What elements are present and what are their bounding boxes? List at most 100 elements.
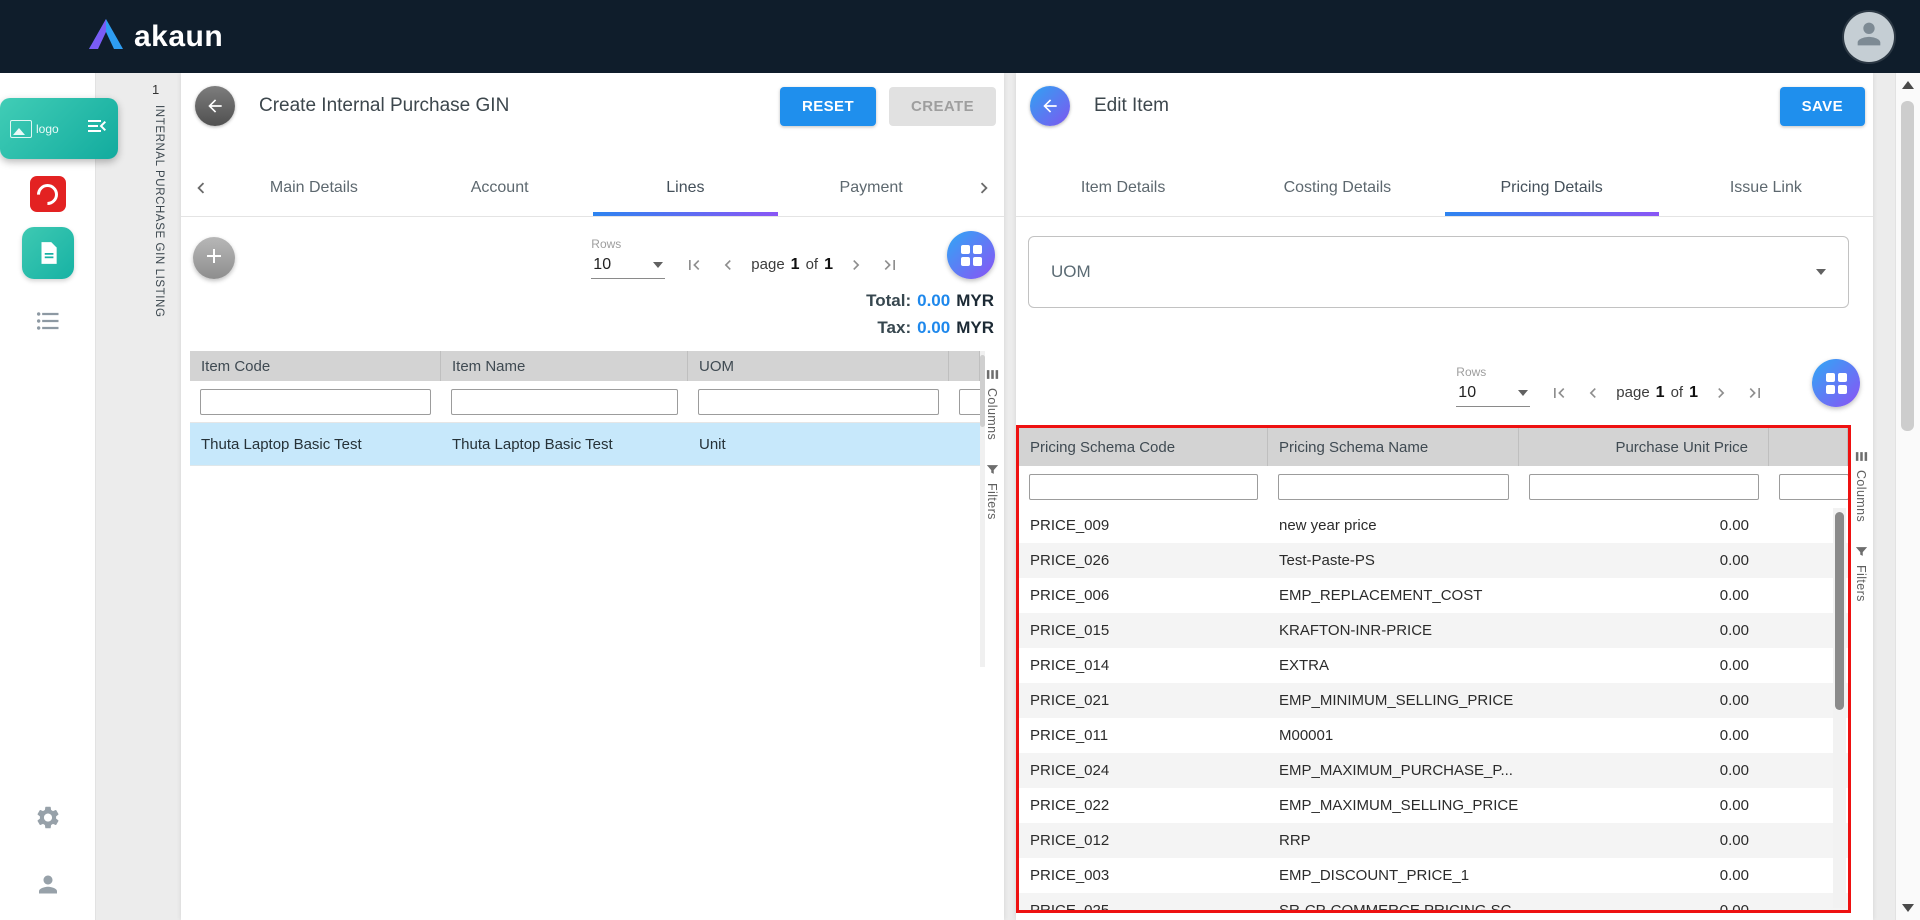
- scroll-down-icon[interactable]: [1902, 904, 1914, 912]
- left-tab-bar: Main Details Account Lines Payment: [181, 160, 1004, 217]
- table-row[interactable]: PRICE_003 EMP_DISCOUNT_PRICE_1 0.00: [1019, 858, 1848, 893]
- listing-menu-item[interactable]: [34, 307, 62, 340]
- table-row[interactable]: PRICE_021 EMP_MINIMUM_SELLING_PRICE 0.00: [1019, 683, 1848, 718]
- last-page-button[interactable]: [879, 254, 901, 276]
- context-rail: 1 INTERNAL PURCHASE GIN LISTING: [150, 82, 178, 318]
- table-row[interactable]: PRICE_011 M00001 0.00: [1019, 718, 1848, 753]
- broken-image-icon: [10, 120, 32, 138]
- uom-filter-input[interactable]: [698, 389, 939, 415]
- pdf-shortcut[interactable]: [30, 176, 66, 212]
- prev-page-button[interactable]: [1582, 382, 1604, 404]
- filters-tool[interactable]: Filters: [1854, 544, 1869, 602]
- table-row[interactable]: Thuta Laptop Basic Test Thuta Laptop Bas…: [190, 423, 980, 466]
- columns-icon: [985, 367, 1000, 382]
- table-row[interactable]: PRICE_012 RRP 0.00: [1019, 823, 1848, 858]
- pricing-table-scrollbar[interactable]: [1833, 508, 1846, 908]
- columns-tool[interactable]: Columns: [1854, 449, 1869, 522]
- tab[interactable]: Main Details: [221, 160, 407, 216]
- next-page-button[interactable]: [845, 254, 867, 276]
- partial-filter-input[interactable]: [1779, 474, 1848, 500]
- tab[interactable]: Account: [407, 160, 593, 216]
- prev-page-button[interactable]: [717, 254, 739, 276]
- tab[interactable]: Costing Details: [1230, 160, 1444, 216]
- table-row[interactable]: PRICE_024 EMP_MAXIMUM_PURCHASE_P... 0.00: [1019, 753, 1848, 788]
- first-page-button[interactable]: [683, 254, 705, 276]
- table-row[interactable]: PRICE_009 new year price 0.00: [1019, 508, 1848, 543]
- rail-label: INTERNAL PURCHASE GIN LISTING: [153, 105, 165, 318]
- partial-filter-input[interactable]: [959, 389, 980, 415]
- sidebar-logo-chip: logo: [0, 98, 118, 159]
- filter-icon: [985, 462, 1000, 477]
- scrollbar-thumb[interactable]: [1901, 101, 1914, 431]
- edit-item-panel: Edit Item SAVE Item Details Costing Deta…: [1016, 73, 1873, 920]
- tab[interactable]: Payment: [778, 160, 964, 216]
- back-button[interactable]: [1030, 86, 1070, 126]
- left-table-controls: Rows 10 page 1 of 1: [591, 231, 995, 279]
- user-avatar[interactable]: [1844, 12, 1894, 62]
- left-tabs: Main Details Account Lines Payment: [221, 160, 964, 216]
- reset-button[interactable]: RESET: [780, 87, 876, 126]
- caret-down-icon: [1518, 390, 1528, 396]
- schema-code-filter-input[interactable]: [1029, 474, 1258, 500]
- back-button[interactable]: [195, 86, 235, 126]
- brand-name: akaun: [134, 20, 223, 54]
- add-line-button[interactable]: [193, 237, 235, 279]
- table-settings-button[interactable]: [947, 231, 995, 279]
- scrollbar-thumb[interactable]: [1835, 512, 1844, 710]
- table-row[interactable]: PRICE_025 SR-CP-COMMERCE PRICING SC... 0…: [1019, 893, 1848, 913]
- rows-per-page-select[interactable]: Rows 10: [1456, 365, 1530, 407]
- next-page-button[interactable]: [1710, 382, 1732, 404]
- right-pagination: page 1 of 1: [1548, 382, 1766, 407]
- gear-icon: [34, 804, 61, 836]
- settings-menu-item[interactable]: [34, 804, 61, 836]
- table-row[interactable]: PRICE_014 EXTRA 0.00: [1019, 648, 1848, 683]
- pricing-table-header: Pricing Schema Code Pricing Schema Name …: [1019, 428, 1848, 466]
- screen: akaun logo: [0, 0, 1920, 920]
- left-pagination: page 1 of 1: [683, 254, 901, 279]
- item-name-filter-input[interactable]: [451, 389, 678, 415]
- right-table-side-tools: Columns Filters: [1849, 433, 1873, 624]
- menu-open-icon[interactable]: [85, 114, 109, 143]
- lines-table-header: Item Code Item Name UOM: [190, 351, 980, 381]
- tabs-scroll-right-icon[interactable]: [964, 160, 1004, 216]
- table-settings-button[interactable]: [1812, 359, 1860, 407]
- page-title: Create Internal Purchase GIN: [259, 95, 509, 117]
- filters-tool[interactable]: Filters: [985, 462, 1000, 520]
- item-code-filter-input[interactable]: [200, 389, 431, 415]
- filter-icon: [1854, 544, 1869, 559]
- profile-menu-item[interactable]: [34, 871, 61, 903]
- columns-tool[interactable]: Columns: [985, 367, 1000, 440]
- logo-alt-text: logo: [36, 122, 85, 136]
- tab[interactable]: Item Details: [1016, 160, 1230, 216]
- totals: Total: 0.00 MYR Tax: 0.00 MYR: [866, 287, 994, 341]
- total-line: Total: 0.00 MYR: [866, 287, 994, 314]
- page-scrollbar[interactable]: [1895, 73, 1920, 920]
- table-scrollbar[interactable]: [980, 351, 985, 667]
- pricing-table: Pricing Schema Code Pricing Schema Name …: [1019, 428, 1848, 913]
- left-table-side-tools: Columns Filters: [980, 351, 1004, 667]
- tab[interactable]: Lines: [593, 160, 779, 216]
- tab[interactable]: Issue Link: [1659, 160, 1873, 216]
- table-row[interactable]: PRICE_006 EMP_REPLACEMENT_COST 0.00: [1019, 578, 1848, 613]
- column-header-purchase-unit-price: Purchase Unit Price: [1519, 428, 1769, 466]
- tabs-scroll-left-icon[interactable]: [181, 160, 221, 216]
- column-header-pricing-schema-code: Pricing Schema Code: [1019, 428, 1268, 466]
- rows-per-page-select[interactable]: Rows 10: [591, 237, 665, 279]
- pdf-icon: [30, 176, 66, 212]
- table-row[interactable]: PRICE_022 EMP_MAXIMUM_SELLING_PRICE 0.00: [1019, 788, 1848, 823]
- unit-price-filter-input[interactable]: [1529, 474, 1759, 500]
- save-button[interactable]: SAVE: [1780, 87, 1865, 126]
- table-row[interactable]: PRICE_026 Test-Paste-PS 0.00: [1019, 543, 1848, 578]
- right-tab-bar: Item Details Costing Details Pricing Det…: [1016, 160, 1873, 217]
- tab[interactable]: Pricing Details: [1445, 160, 1659, 216]
- uom-select[interactable]: UOM: [1028, 236, 1849, 308]
- last-page-button[interactable]: [1744, 382, 1766, 404]
- first-page-button[interactable]: [1548, 382, 1570, 404]
- document-icon: [22, 227, 74, 279]
- scroll-up-icon[interactable]: [1902, 81, 1914, 89]
- create-button[interactable]: CREATE: [889, 87, 996, 126]
- document-app-shortcut[interactable]: [22, 227, 74, 279]
- table-row[interactable]: PRICE_015 KRAFTON-INR-PRICE 0.00: [1019, 613, 1848, 648]
- schema-name-filter-input[interactable]: [1278, 474, 1509, 500]
- column-header-partial: [1769, 428, 1848, 466]
